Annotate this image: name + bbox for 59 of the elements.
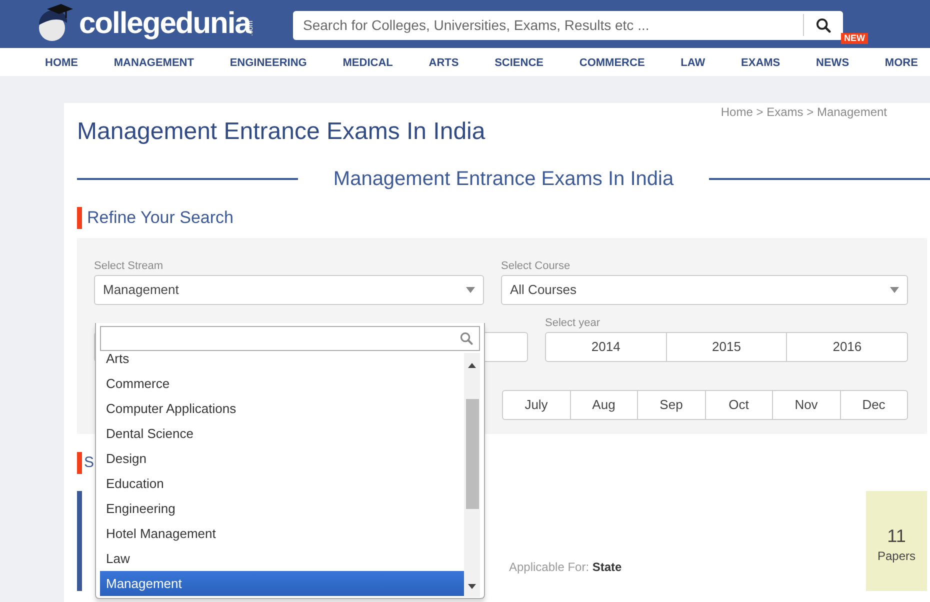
- breadcrumb-link[interactable]: Home: [720, 105, 753, 119]
- year-button[interactable]: 2015: [666, 332, 788, 362]
- month-button[interactable]: July: [502, 390, 570, 420]
- page-title: Management Entrance Exams In India: [77, 117, 486, 147]
- heading-accent-bar: [77, 452, 82, 474]
- course-select[interactable]: All Courses: [501, 275, 908, 305]
- new-badge: NEW: [841, 33, 868, 44]
- nav-link[interactable]: MORE: [884, 57, 918, 69]
- year-button[interactable]: 2014: [545, 332, 667, 362]
- breadcrumb-separator: >: [806, 105, 815, 119]
- dropdown-option[interactable]: Design: [100, 446, 464, 471]
- dropdown-option[interactable]: Hotel Management: [100, 521, 464, 546]
- scrollbar-thumb[interactable]: [466, 399, 478, 509]
- field-label: Select Course: [501, 259, 572, 273]
- nav-link[interactable]: HOME: [45, 57, 78, 69]
- search-icon: [816, 18, 831, 32]
- papers-box[interactable]: 11 Papers: [866, 491, 927, 591]
- dropdown-option[interactable]: Commerce: [100, 371, 464, 396]
- caret-icon: [890, 287, 899, 293]
- month-button[interactable]: Sep: [637, 390, 706, 420]
- breadcrumb-link[interactable]: Management: [816, 105, 887, 119]
- nav-link[interactable]: MANAGEMENT: [114, 57, 194, 69]
- dropdown-option[interactable]: Computer Applications: [100, 396, 464, 421]
- results-heading: S: [84, 452, 94, 473]
- dropdown-option[interactable]: Arts: [100, 353, 464, 371]
- breadcrumb-link[interactable]: Exams: [766, 105, 804, 119]
- breadcrumb-separator: >: [755, 105, 764, 119]
- dropdown-option[interactable]: Dental Science: [100, 421, 464, 446]
- field-label: Select Stream: [94, 259, 164, 273]
- refine-heading: Refine Your Search: [87, 207, 234, 230]
- papers-label: Papers: [876, 548, 917, 565]
- field-label: Select year: [545, 316, 602, 330]
- papers-count: 11: [886, 525, 907, 547]
- nav-link[interactable]: LAW: [680, 57, 706, 69]
- applicable-for-text: Applicable For: State: [509, 560, 622, 574]
- stream-select[interactable]: Management: [94, 275, 484, 305]
- month-button[interactable]: Aug: [570, 390, 638, 420]
- nav-link[interactable]: EXAMS: [741, 57, 780, 69]
- scrollbar[interactable]: [464, 353, 480, 597]
- nav-link[interactable]: SCIENCE: [494, 57, 544, 69]
- dropdown-option[interactable]: Engineering: [100, 496, 464, 521]
- nav-link[interactable]: COMMERCE: [579, 57, 645, 69]
- nav-link[interactable]: ARTS: [428, 57, 459, 69]
- month-button[interactable]: Dec: [840, 390, 908, 420]
- search-icon: [460, 332, 473, 345]
- caret-icon: [466, 287, 475, 293]
- heading-accent-bar: [77, 207, 82, 229]
- dropdown-option[interactable]: Education: [100, 471, 464, 496]
- nav-link[interactable]: NEWS: [816, 57, 850, 69]
- nav-link[interactable]: ENGINEERING: [230, 57, 307, 69]
- logo-text[interactable]: collegedunia: [79, 9, 250, 39]
- scroll-down-icon: [468, 584, 476, 589]
- month-button[interactable]: Nov: [772, 390, 840, 420]
- nav-link[interactable]: MEDICAL: [342, 57, 393, 69]
- section-heading: Management Entrance Exams In India: [332, 167, 675, 192]
- dropdown-option[interactable]: Management: [100, 571, 464, 596]
- dropdown-option[interactable]: Law: [100, 546, 464, 571]
- year-button[interactable]: 2016: [786, 332, 908, 362]
- month-button[interactable]: Oct: [704, 390, 773, 420]
